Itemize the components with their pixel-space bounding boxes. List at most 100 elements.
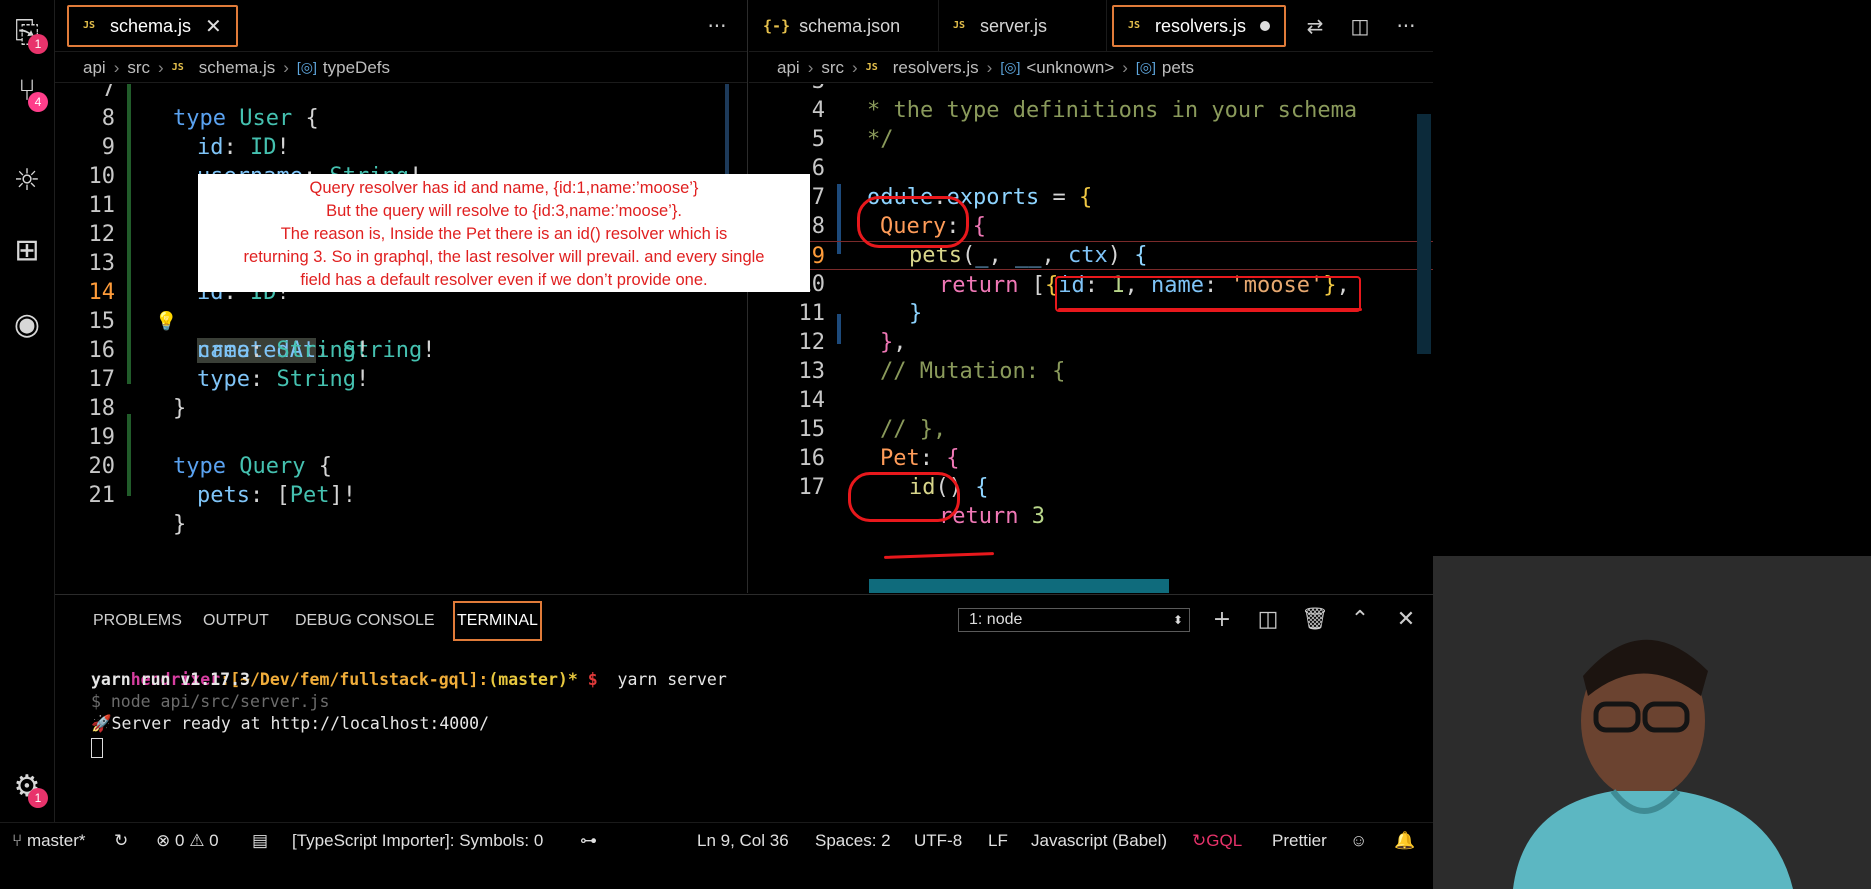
tab-label: schema.json	[799, 15, 901, 36]
annotation-circle-pet	[848, 472, 960, 522]
tab-schema-json[interactable]: {-} schema.json	[749, 0, 939, 52]
right-tab-bar: {-} schema.json JS server.js JS resolver…	[749, 0, 1433, 52]
js-file-icon: JS	[83, 20, 96, 31]
sync-icon[interactable]: ↻	[114, 823, 128, 858]
tab-label: resolvers.js	[1155, 15, 1247, 36]
annotation-underline-return	[1058, 308, 1362, 311]
bottom-panel: PROBLEMS OUTPUT DEBUG CONSOLE TERMINAL 1…	[55, 594, 1433, 822]
unsaved-dot-icon[interactable]	[1260, 21, 1271, 31]
js-file-icon: JS	[171, 61, 184, 73]
breadcrumb-item[interactable]: schema.js	[199, 58, 276, 78]
tab-output[interactable]: OUTPUT	[201, 601, 271, 641]
tab-problems[interactable]: PROBLEMS	[91, 601, 184, 641]
broadcast-icon[interactable]: ⊶	[580, 823, 597, 858]
close-panel-icon[interactable]: ✕	[1393, 607, 1419, 633]
gql-sync-icon: ↻	[1192, 831, 1207, 850]
terminal-cursor[interactable]	[91, 738, 103, 758]
breadcrumb-item[interactable]: typeDefs	[323, 58, 390, 78]
cursor-position[interactable]: Ln 9, Col 36	[697, 823, 789, 858]
note-line: returning 3. So in graphql, the last res…	[243, 248, 765, 266]
file-icon[interactable]: ▤	[252, 823, 268, 858]
breadcrumb-item[interactable]: src	[127, 58, 150, 78]
right-code-area[interactable]: 3 * the type definitions in your schema …	[749, 84, 1433, 593]
split-editor-icon[interactable]: ◫	[1346, 12, 1374, 40]
warning-icon: ⚠	[189, 831, 205, 850]
settings-gear-icon[interactable]: ⚙ 1	[8, 768, 48, 808]
close-icon[interactable]: ✕	[205, 14, 222, 39]
source-control-icon[interactable]: ⑂ 4	[8, 72, 48, 112]
problems-indicator[interactable]: ⊗ 0 ⚠ 0	[156, 823, 219, 858]
breadcrumb-item[interactable]: api	[83, 58, 106, 78]
breadcrumb: api › src › JS schema.js › [◎] typeDefs	[55, 53, 747, 83]
breadcrumb-item[interactable]: pets	[1162, 58, 1194, 78]
symbol-variable-icon: [◎]	[1135, 59, 1156, 75]
activity-bar: ⎘ 1 ⑂ 4 ☼ ⊞ ◉ ⚙ 1	[0, 0, 55, 822]
feedback-smiley-icon[interactable]: ☺	[1350, 823, 1367, 858]
compare-changes-icon[interactable]: ⇄	[1301, 12, 1329, 40]
branch-indicator[interactable]: ⑂ master*	[12, 823, 86, 858]
breadcrumb-item[interactable]: api	[777, 58, 800, 78]
prettier-status[interactable]: Prettier	[1272, 823, 1327, 858]
source-control-badge: 4	[28, 92, 48, 112]
left-code-area[interactable]: 7 type User { 8 id: ID! 9 username: Stri…	[55, 84, 747, 593]
left-editor-group: JS schema.js ✕ ··· api › src › JS schema.j…	[55, 0, 748, 593]
breadcrumb-item[interactable]: <unknown>	[1026, 58, 1114, 78]
annotation-box-return	[1055, 276, 1361, 312]
note-line: Query resolver has id and name, {id:1,na…	[309, 179, 699, 197]
gql-status[interactable]: ↻GQL	[1192, 823, 1242, 858]
tab-server-js[interactable]: JS server.js	[939, 0, 1107, 52]
tab-resolvers-js[interactable]: JS resolvers.js	[1112, 5, 1287, 47]
symbol-variable-icon: [◎]	[1000, 59, 1021, 75]
new-terminal-icon[interactable]: +	[1209, 607, 1235, 633]
status-bar: ⑂ master* ↻ ⊗ 0 ⚠ 0 ▤ [TypeScript Import…	[0, 822, 1433, 857]
error-icon: ⊗	[156, 831, 171, 850]
terminal-output-line: yarn run v1.17.3	[91, 670, 250, 689]
js-file-icon: JS	[953, 20, 966, 31]
trash-icon[interactable]: 🗑	[1301, 607, 1329, 633]
json-file-icon: {-}	[763, 17, 791, 35]
more-actions-icon[interactable]: ···	[703, 12, 731, 40]
terminal-output-line: 🚀Server ready at http://localhost:4000/	[91, 714, 490, 733]
tab-terminal[interactable]: TERMINAL	[453, 601, 542, 641]
tab-debug-console[interactable]: DEBUG CONSOLE	[293, 601, 437, 641]
select-arrows-icon: ⬍	[1172, 613, 1183, 627]
breadcrumb-item[interactable]: resolvers.js	[893, 58, 979, 78]
spotify-icon[interactable]: ◉	[8, 306, 46, 344]
desktop-strip	[0, 857, 1433, 889]
debug-icon[interactable]: ☼	[8, 162, 46, 200]
files-badge: 1	[28, 34, 48, 54]
encoding[interactable]: UTF-8	[914, 823, 962, 858]
branch-icon: ⑂	[12, 831, 27, 850]
more-actions-icon[interactable]: ···	[1392, 12, 1420, 40]
annotation-note: Query resolver has id and name, {id:1,na…	[198, 174, 810, 292]
tab-label: schema.js	[110, 15, 192, 36]
maximize-panel-icon[interactable]: ⌃	[1347, 607, 1373, 633]
language-mode[interactable]: Javascript (Babel)	[1031, 823, 1167, 858]
note-line: The reason is, Inside the Pet there is a…	[280, 225, 728, 243]
webcam-video	[1433, 556, 1871, 889]
ts-importer-status[interactable]: [TypeScript Importer]: Symbols: 0	[292, 823, 543, 858]
indentation[interactable]: Spaces: 2	[815, 823, 891, 858]
terminal-select-value: 1: node	[969, 611, 1023, 628]
js-file-icon: JS	[1128, 20, 1141, 31]
annotation-circle-query	[857, 196, 969, 248]
line-ending[interactable]: LF	[988, 823, 1008, 858]
tab-label: server.js	[980, 15, 1048, 36]
note-line: But the query will resolve to {id:3,name…	[326, 202, 682, 220]
tab-schema-js[interactable]: JS schema.js ✕	[67, 5, 238, 47]
symbol-variable-icon: [◎]	[296, 59, 317, 75]
breadcrumb-item[interactable]: src	[821, 58, 844, 78]
presenter-image	[1433, 556, 1871, 889]
files-icon[interactable]: ⎘ 1	[8, 14, 48, 54]
left-tab-bar: JS schema.js ✕ ···	[55, 0, 747, 52]
notifications-bell-icon[interactable]: 🔔	[1394, 823, 1415, 858]
split-terminal-icon[interactable]: ◫	[1255, 607, 1281, 633]
hover-widget	[869, 579, 1169, 593]
scrollbar[interactable]	[1417, 114, 1431, 354]
terminal-output-line: $ node api/src/server.js	[91, 692, 330, 711]
note-line: field has a default resolver even if we …	[300, 271, 708, 289]
extensions-icon[interactable]: ⊞	[8, 232, 46, 270]
js-file-icon: JS	[865, 61, 878, 73]
settings-badge: 1	[28, 788, 48, 808]
terminal-select[interactable]: 1: node ⬍	[958, 608, 1190, 632]
